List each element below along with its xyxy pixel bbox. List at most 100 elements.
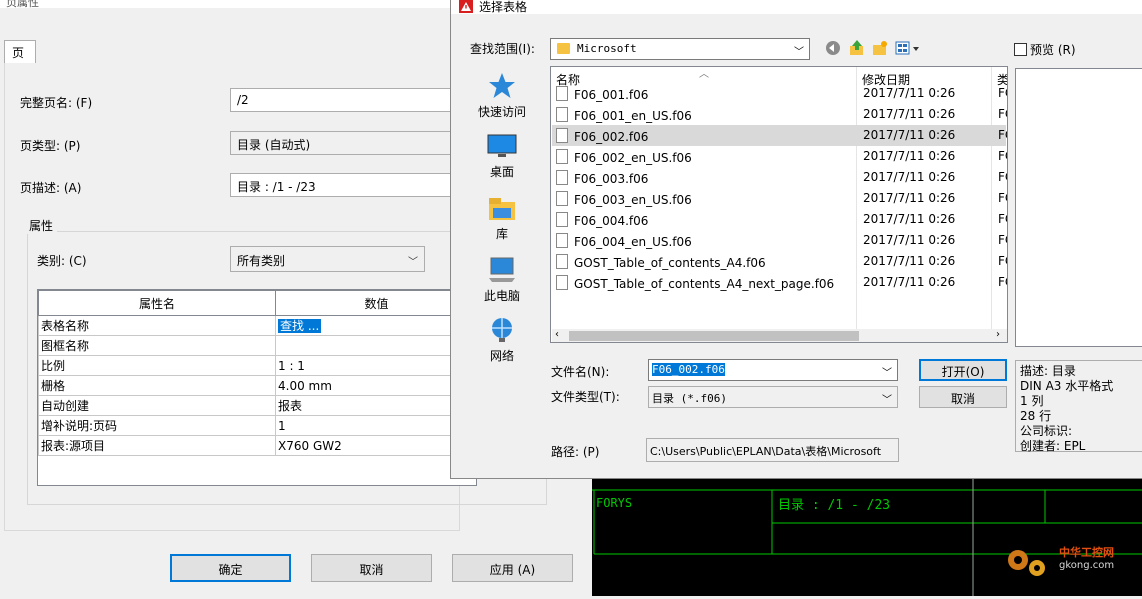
page-description-label: 页描述: (A): [20, 181, 82, 195]
page-description-field[interactable]: 目录 : /1 - /23: [230, 173, 460, 197]
category-label: 类别: (C): [37, 254, 87, 268]
back-icon[interactable]: [825, 40, 841, 56]
table-row[interactable]: 自动创建 报表: [38, 395, 478, 416]
file-row[interactable]: F06_001_en_US.f06 2017/7/11 0:26 FC: [552, 104, 1007, 125]
file-row[interactable]: F06_003.f06 2017/7/11 0:26 FC: [552, 167, 1007, 188]
place-quick-access[interactable]: 快速访问: [467, 72, 537, 120]
path-field: C:\Users\Public\EPLAN\Data\表格\Microsoft: [646, 438, 899, 462]
cad-title-text: 目录 : /1 - /23: [778, 498, 891, 513]
property-value-selected[interactable]: 查找 ...: [278, 319, 322, 333]
page-type-label: 页类型: (P): [20, 139, 81, 153]
property-value[interactable]: 1 : 1: [275, 355, 478, 376]
info-line: DIN A3 水平格式: [1020, 379, 1114, 393]
property-value[interactable]: 查找 ...: [275, 315, 478, 336]
file-name: GOST_Table_of_contents_A4.f06: [574, 256, 766, 270]
file-row-selected[interactable]: F06_002.f06 2017/7/11 0:26 FC: [552, 125, 1007, 146]
preview-checkbox[interactable]: 预览 (R): [1014, 41, 1076, 58]
checkbox-icon[interactable]: [1014, 43, 1027, 56]
look-in-value: Microsoft: [577, 42, 637, 55]
file-row[interactable]: F06_002_en_US.f06 2017/7/11 0:26 FC: [552, 146, 1007, 167]
file-name: F06_001.f06: [574, 88, 649, 102]
preview-pane: [1015, 68, 1142, 347]
property-value[interactable]: 报表: [275, 395, 478, 416]
category-dropdown[interactable]: 所有类别 ﹀: [230, 246, 425, 272]
file-row[interactable]: F06_001.f06 2017/7/11 0:26 FC: [552, 83, 1007, 104]
file-list[interactable]: ︿ 名称 修改日期 类 F06_001.f062017/7/11 0:26FC …: [550, 66, 1008, 343]
table-row[interactable]: 增补说明:页码 1: [38, 415, 478, 436]
table-row[interactable]: 报表:源项目 X760 GW2: [38, 435, 478, 456]
file-type: FC: [998, 191, 1007, 205]
cancel-button[interactable]: 取消: [919, 386, 1007, 408]
scrollbar-thumb[interactable]: [569, 331, 859, 341]
table-row[interactable]: 比例 1 : 1: [38, 355, 478, 376]
file-date: 2017/7/11 0:26: [863, 254, 956, 268]
table-row[interactable]: 栅格 4.00 mm: [38, 375, 478, 396]
file-date: 2017/7/11 0:26: [863, 191, 956, 205]
place-network[interactable]: 网络: [467, 316, 537, 364]
file-row[interactable]: F06_003_en_US.f06 2017/7/11 0:26 FC: [552, 188, 1007, 209]
new-folder-icon[interactable]: [872, 40, 888, 56]
file-name: F06_003_en_US.f06: [574, 193, 692, 207]
horizontal-scrollbar[interactable]: ‹ ›: [552, 329, 1007, 342]
file-name-input[interactable]: F06_002.f06 ﹀: [648, 359, 898, 381]
computer-icon: [489, 257, 515, 282]
up-folder-icon[interactable]: [849, 40, 865, 56]
scroll-right-icon[interactable]: ›: [996, 329, 1000, 340]
ok-button[interactable]: 确定: [170, 554, 291, 582]
property-value[interactable]: [275, 335, 478, 356]
file-icon: [556, 128, 568, 143]
property-name: 栅格: [38, 375, 276, 396]
chevron-down-icon[interactable]: ﹀: [882, 391, 892, 406]
file-date: 2017/7/11 0:26: [863, 212, 956, 226]
dialog-title: 页属性: [0, 0, 460, 9]
file-type-dropdown[interactable]: 目录 (*.f06) ﹀: [648, 386, 898, 408]
file-type: FC: [998, 170, 1007, 184]
page-type-field[interactable]: 目录 (自动式): [230, 131, 460, 155]
file-icon: [556, 107, 568, 122]
place-label: 库: [495, 227, 508, 241]
grid-header-value[interactable]: 数值: [275, 290, 478, 316]
eplan-warning-icon: [459, 0, 473, 13]
scroll-left-icon[interactable]: ‹: [555, 329, 559, 340]
view-menu-icon[interactable]: [895, 40, 921, 56]
cancel-button[interactable]: 取消: [311, 554, 432, 582]
place-this-pc[interactable]: 此电脑: [467, 256, 537, 304]
tab-page[interactable]: 页: [4, 40, 36, 64]
file-icon: [556, 191, 568, 206]
file-name-value[interactable]: F06_002.f06: [652, 363, 725, 376]
open-button[interactable]: 打开(O): [919, 359, 1007, 381]
file-type-value: 目录 (*.f06): [652, 392, 727, 405]
table-row[interactable]: 图框名称: [38, 335, 478, 356]
file-type: FC: [998, 128, 1007, 142]
file-type-label: 文件类型(T):: [551, 390, 620, 404]
look-in-dropdown[interactable]: Microsoft ﹀: [550, 38, 810, 60]
property-value[interactable]: 1: [275, 415, 478, 436]
file-row[interactable]: GOST_Table_of_contents_A4.f06 2017/7/11 0…: [552, 251, 1007, 272]
file-row[interactable]: GOST_Table_of_contents_A4_next_page.f06 2…: [552, 272, 1007, 293]
grid-header-name[interactable]: 属性名: [38, 290, 276, 316]
info-line: 创建者: EPL: [1020, 439, 1086, 453]
properties-group-title: 属性: [25, 217, 58, 234]
file-icon: [556, 233, 568, 248]
category-value: 所有类别: [237, 254, 286, 268]
place-label: 此电脑: [483, 289, 520, 303]
file-icon: [556, 149, 568, 164]
place-desktop[interactable]: 桌面: [467, 134, 537, 180]
file-icon: [556, 254, 568, 269]
table-row[interactable]: 表格名称 查找 ...: [38, 315, 478, 336]
place-label: 网络: [489, 349, 514, 363]
file-row[interactable]: F06_004_en_US.f06 2017/7/11 0:26 FC: [552, 230, 1007, 251]
property-name: 图框名称: [38, 335, 276, 356]
file-row[interactable]: F06_004.f06 2017/7/11 0:26 FC: [552, 209, 1007, 230]
file-date: 2017/7/11 0:26: [863, 275, 956, 289]
full-page-name-field[interactable]: /2: [230, 88, 460, 112]
place-library[interactable]: 库: [467, 196, 537, 242]
watermark-text: 中华工控网: [1059, 546, 1114, 559]
property-value[interactable]: 4.00 mm: [275, 375, 478, 396]
apply-button[interactable]: 应用 (A): [452, 554, 573, 582]
chevron-down-icon[interactable]: ﹀: [882, 364, 892, 379]
properties-grid: 属性名 数值 表格名称 查找 ... 图框名称 比例 1 : 1 栅格 4.00 mm…: [37, 289, 478, 486]
property-value[interactable]: X760 GW2: [275, 435, 478, 456]
cad-canvas[interactable]: FORYS 目录 : /1 - /23 中华工控网 gkong.com: [592, 470, 1142, 596]
file-name: F06_003.f06: [574, 172, 649, 186]
